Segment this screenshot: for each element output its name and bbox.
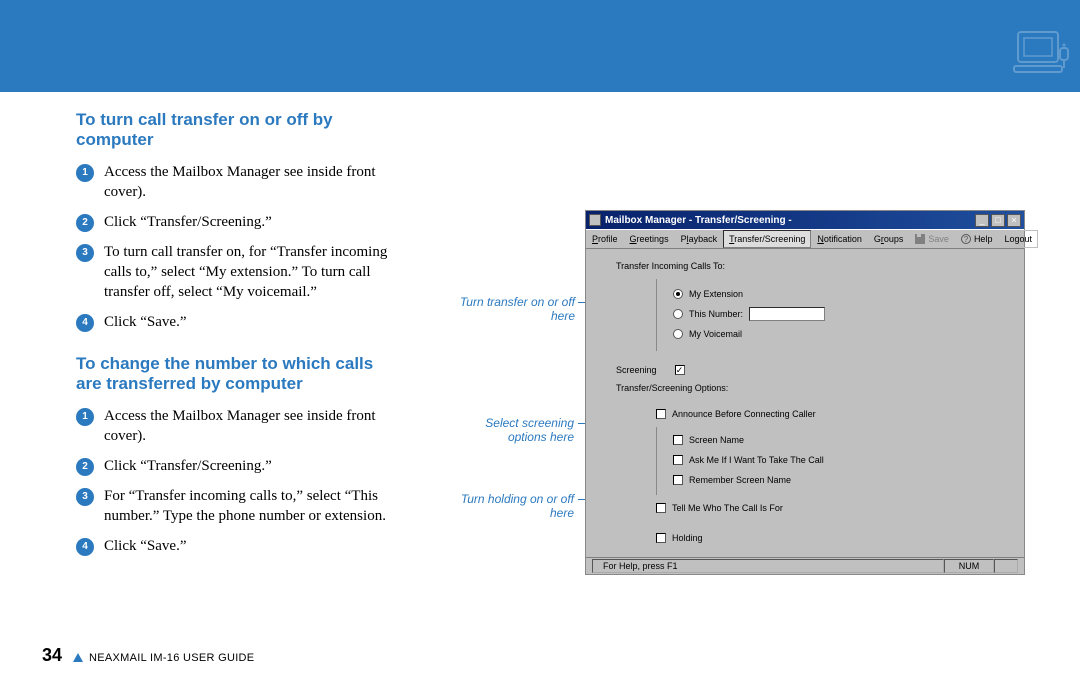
callout-text: Select screening options here	[485, 416, 574, 444]
step-bullet: 1	[76, 408, 94, 426]
step-text: Access the Mailbox Manager see inside fr…	[104, 406, 398, 446]
status-num: NUM	[944, 559, 994, 573]
triangle-icon	[73, 653, 83, 662]
status-bar: For Help, press F1 NUM	[586, 557, 1024, 574]
toolbar: Profile Greetings Playback Transfer/Scre…	[586, 229, 1024, 249]
toolbar-help[interactable]: ?Help	[955, 230, 999, 248]
step-text: Click “Save.”	[104, 312, 398, 332]
toolbar-logout[interactable]: Logout	[998, 230, 1038, 248]
toolbar-notification[interactable]: Notification	[811, 230, 868, 248]
maximize-button[interactable]: □	[991, 214, 1005, 227]
holding-checkbox-row[interactable]: Holding	[656, 529, 1010, 547]
step-bullet: 2	[76, 214, 94, 232]
callout-screening: Select screening options here	[454, 416, 574, 444]
heading-change-number: To change the number to which calls are …	[76, 354, 398, 394]
number-input[interactable]	[749, 307, 825, 321]
toolbar-save[interactable]: Save	[909, 230, 955, 248]
status-empty	[994, 559, 1018, 573]
step-bullet: 4	[76, 538, 94, 556]
toolbar-transfer-screening[interactable]: Transfer/Screening	[723, 230, 811, 248]
close-button[interactable]: ×	[1007, 214, 1021, 227]
heading-call-transfer: To turn call transfer on or off by compu…	[76, 110, 398, 150]
step-text: Click “Transfer/Screening.”	[104, 456, 398, 476]
window-title: Mailbox Manager - Transfer/Screening -	[605, 215, 975, 226]
option-remember-screen-name[interactable]: Remember Screen Name	[673, 471, 1010, 489]
callout-holding: Turn holding on or off here	[446, 492, 574, 520]
transfer-group-label: Transfer Incoming Calls To:	[616, 261, 1010, 271]
screening-label: Screening	[616, 365, 657, 375]
page-footer: 34 NEAXMAIL IM-16 USER GUIDE	[42, 645, 254, 663]
step-text: Click “Transfer/Screening.”	[104, 212, 398, 232]
steps-list-2: 1 Access the Mailbox Manager see inside f…	[76, 406, 398, 556]
radio-my-voicemail[interactable]: My Voicemail	[673, 325, 1010, 343]
step-text: For “Transfer incoming calls to,” select…	[104, 486, 398, 526]
minimize-button[interactable]: _	[975, 214, 989, 227]
header-band	[0, 0, 1080, 92]
step-bullet: 1	[76, 164, 94, 182]
option-screen-name[interactable]: Screen Name	[673, 431, 1010, 449]
toolbar-playback[interactable]: Playback	[675, 230, 724, 248]
step-text: To turn call transfer on, for “Transfer …	[104, 242, 398, 302]
status-help-text: For Help, press F1	[592, 559, 944, 573]
step-bullet: 4	[76, 314, 94, 332]
step-text: Access the Mailbox Manager see inside fr…	[104, 162, 398, 202]
option-announce[interactable]: Announce Before Connecting Caller	[656, 405, 1010, 423]
option-tell-who[interactable]: Tell Me Who The Call Is For	[656, 499, 1010, 517]
floppy-icon	[915, 234, 925, 244]
page-number: 34	[42, 645, 62, 666]
step-bullet: 3	[76, 488, 94, 506]
screening-checkbox[interactable]: ✓	[675, 365, 685, 375]
computer-icon	[1012, 28, 1072, 83]
toolbar-greetings[interactable]: Greetings	[624, 230, 675, 248]
radio-this-number[interactable]: This Number:	[673, 305, 1010, 323]
toolbar-profile[interactable]: Profile	[586, 230, 624, 248]
mailbox-manager-window: Mailbox Manager - Transfer/Screening - _…	[585, 210, 1025, 575]
app-icon	[589, 214, 601, 226]
help-icon: ?	[961, 234, 971, 244]
toolbar-groups[interactable]: Groups	[868, 230, 910, 248]
radio-my-extension[interactable]: My Extension	[673, 285, 1010, 303]
titlebar: Mailbox Manager - Transfer/Screening - _…	[586, 211, 1024, 229]
steps-list-1: 1 Access the Mailbox Manager see inside f…	[76, 162, 398, 332]
guide-name: NEAXMAIL IM-16 USER GUIDE	[89, 652, 254, 664]
option-ask-take-call[interactable]: Ask Me If I Want To Take The Call	[673, 451, 1010, 469]
callout-transfer: Turn transfer on or off here	[440, 295, 575, 323]
step-text: Click “Save.”	[104, 536, 398, 556]
callout-text: Turn holding on or off here	[461, 492, 574, 520]
options-label: Transfer/Screening Options:	[616, 383, 1010, 393]
step-bullet: 2	[76, 458, 94, 476]
step-bullet: 3	[76, 244, 94, 262]
callout-text: Turn transfer on or off here	[460, 295, 575, 323]
